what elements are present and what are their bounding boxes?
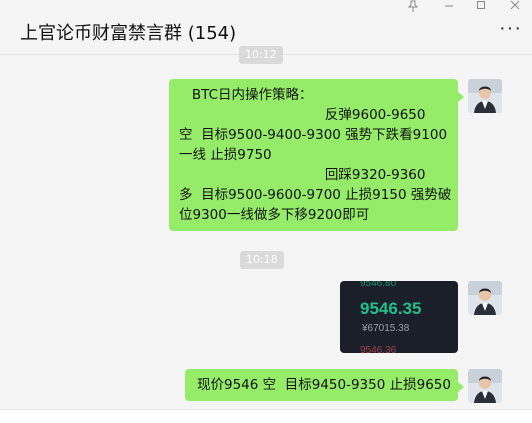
pin-icon[interactable] <box>407 0 419 15</box>
message-line: 多 目标9500-9600-9700 止损9150 强势破 <box>179 187 452 203</box>
avatar[interactable] <box>468 281 502 315</box>
message-line: 回踩9320-9360 <box>179 167 426 183</box>
input-area[interactable] <box>0 409 532 423</box>
image-top-price: 9546.80 <box>360 281 397 289</box>
minimize-icon[interactable] <box>444 0 454 15</box>
message-bubble[interactable]: BTC日内操作策略： 反弹9600-9650 空 目标9500-9400-930… <box>169 79 464 231</box>
message-line: 空 目标9500-9400-9300 强势下跌看9100 <box>179 127 448 143</box>
avatar[interactable] <box>468 369 502 403</box>
message-line: 一线 止损9750 <box>179 147 272 163</box>
message-bubble[interactable]: 现价9546 空 目标9450-9350 止损9650 <box>185 369 464 401</box>
image-bottom-price: 9546.36 <box>360 345 397 353</box>
timestamp: 10:18 <box>240 251 284 269</box>
maximize-icon[interactable] <box>476 0 486 15</box>
message-line: 反弹9600-9650 <box>179 107 426 123</box>
image-cny-price: ¥67015.38 <box>362 323 410 334</box>
image-price: 9546.35 <box>360 299 422 318</box>
chat-title: 上官论币财富禁言群 (154) <box>20 23 237 44</box>
message-line: 位9300一线做多下移9200即可 <box>179 207 370 223</box>
more-options-button[interactable]: ··· <box>499 18 522 38</box>
message-text: 现价9546 空 目标9450-9350 止损9650 <box>197 377 451 393</box>
image-message[interactable]: 9546.80 9546.35 ¥67015.38 9546.36 <box>340 281 458 353</box>
avatar[interactable] <box>468 79 502 113</box>
message-line: BTC日内操作策略： <box>179 87 313 103</box>
close-icon[interactable] <box>510 0 520 15</box>
timestamp: 10:12 <box>239 46 283 64</box>
